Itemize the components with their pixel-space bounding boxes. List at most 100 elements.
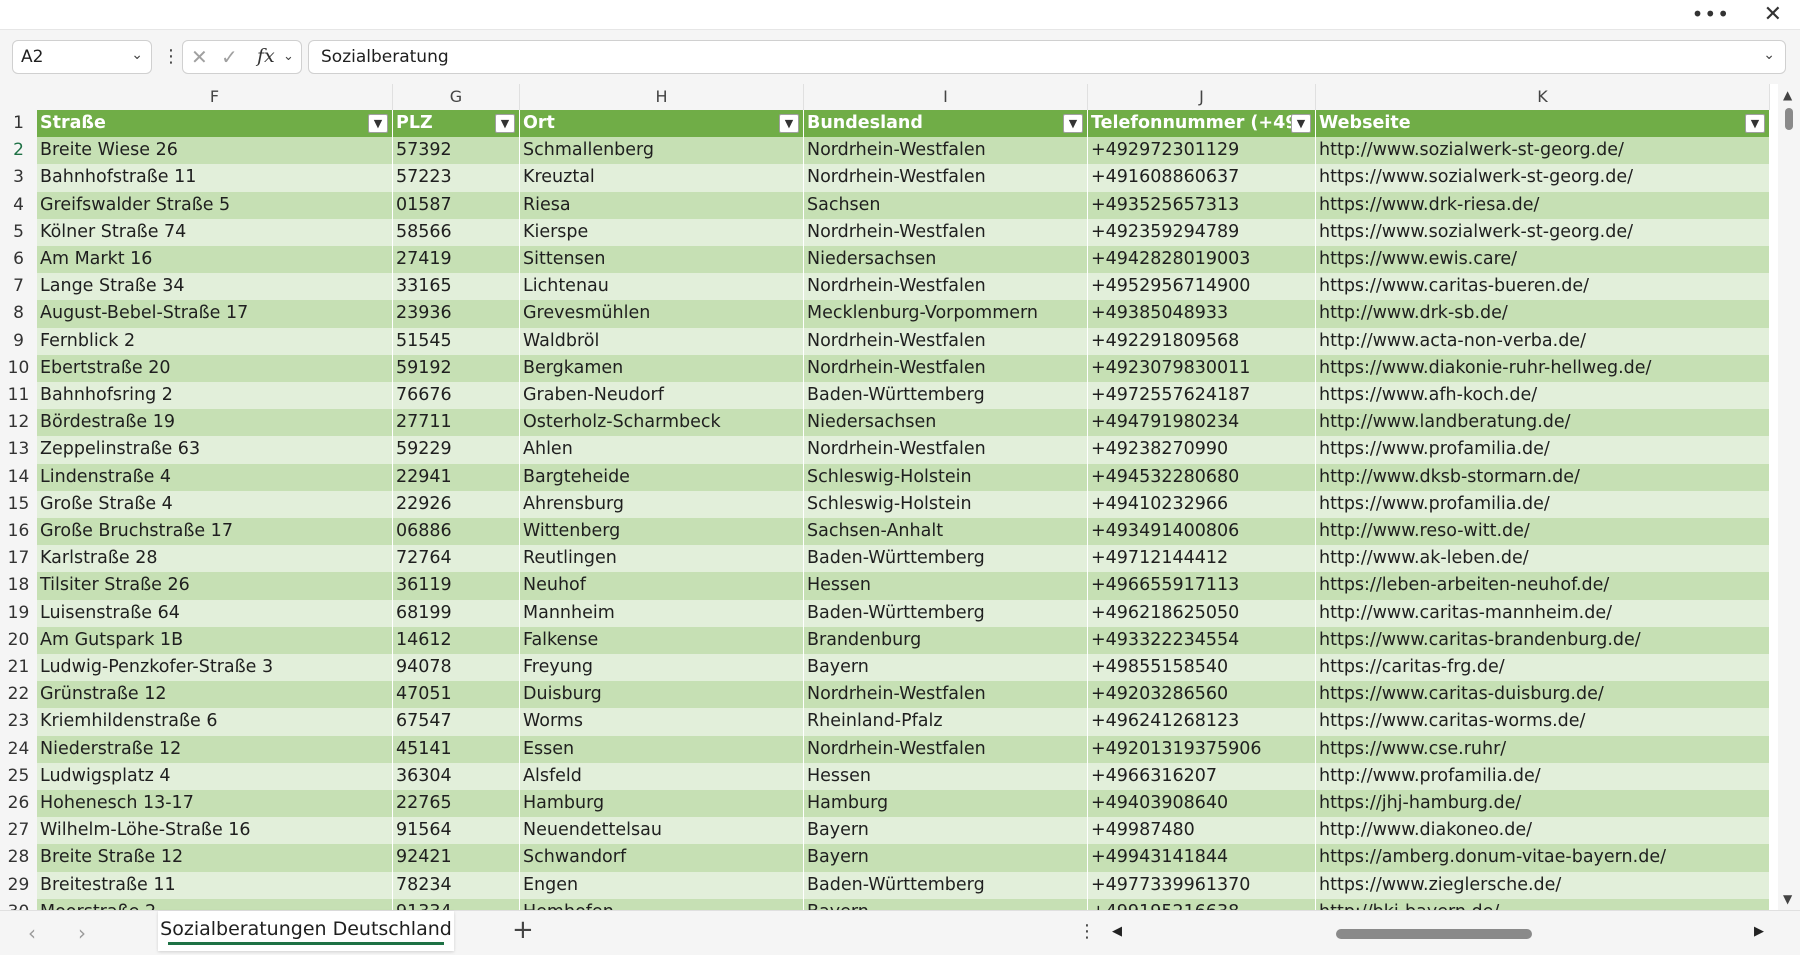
table-cell[interactable]: +49201319375906 <box>1088 735 1316 763</box>
vertical-dots-icon[interactable]: ⋮ <box>162 46 180 67</box>
close-icon[interactable]: ✕ <box>1764 2 1782 27</box>
table-cell[interactable]: Kierspe <box>520 218 804 246</box>
row-header[interactable]: 23 <box>0 708 37 736</box>
table-cell[interactable]: https://www.sozialwerk-st-georg.de/ <box>1316 218 1770 246</box>
table-cell[interactable]: +4923079830011 <box>1088 354 1316 382</box>
table-cell[interactable]: Fernblick 2 <box>37 327 393 355</box>
table-cell[interactable]: http://www.diakoneo.de/ <box>1316 817 1770 845</box>
table-cell[interactable]: Ebertstraße 20 <box>37 354 393 382</box>
table-cell[interactable]: http://bki-bayern.de/ <box>1316 898 1770 910</box>
table-cell[interactable]: Große Bruchstraße 17 <box>37 518 393 546</box>
table-cell[interactable]: Reutlingen <box>520 545 804 573</box>
table-cell[interactable]: https://jhj-hamburg.de/ <box>1316 790 1770 818</box>
row-header[interactable]: 13 <box>0 436 37 464</box>
table-cell[interactable]: Sittensen <box>520 246 804 274</box>
filter-dropdown-icon[interactable]: ▼ <box>495 114 515 133</box>
table-cell[interactable]: Bayern <box>804 844 1088 872</box>
table-cell[interactable]: 59192 <box>393 354 520 382</box>
table-cell[interactable]: Bayern <box>804 654 1088 682</box>
table-cell[interactable]: +493322234554 <box>1088 626 1316 654</box>
table-cell[interactable]: Kriemhildenstraße 6 <box>37 708 393 736</box>
table-cell[interactable]: Breitestraße 11 <box>37 871 393 899</box>
table-cell[interactable]: Am Gutspark 1B <box>37 626 393 654</box>
table-cell[interactable]: 23936 <box>393 300 520 328</box>
table-cell[interactable]: Bergkamen <box>520 354 804 382</box>
table-cell[interactable]: Bayern <box>804 817 1088 845</box>
row-header[interactable]: 6 <box>0 246 37 274</box>
row-header[interactable]: 24 <box>0 735 37 763</box>
table-cell[interactable]: Schleswig-Holstein <box>804 490 1088 518</box>
table-cell[interactable]: 57392 <box>393 137 520 165</box>
insert-function-icon[interactable]: fx <box>257 45 275 67</box>
row-header[interactable]: 28 <box>0 844 37 872</box>
table-cell[interactable]: +4942828019003 <box>1088 246 1316 274</box>
table-cell[interactable]: Ahlen <box>520 436 804 464</box>
table-cell[interactable]: https://amberg.donum-vitae-bayern.de/ <box>1316 844 1770 872</box>
table-cell[interactable]: Nordrhein-Westfalen <box>804 273 1088 301</box>
chevron-down-icon[interactable]: ⌄ <box>131 47 143 63</box>
filter-dropdown-icon[interactable]: ▼ <box>779 114 799 133</box>
table-cell[interactable]: 22926 <box>393 490 520 518</box>
table-cell[interactable]: Bahnhofstraße 11 <box>37 164 393 192</box>
sheet-tab-active[interactable]: Sozialberatungen Deutschland <box>158 911 454 951</box>
row-header[interactable]: 26 <box>0 790 37 818</box>
vertical-scroll-thumb[interactable] <box>1785 108 1793 130</box>
table-cell[interactable]: Wilhelm-Löhe-Straße 16 <box>37 817 393 845</box>
row-header[interactable]: 4 <box>0 191 37 219</box>
add-sheet-button[interactable]: + <box>512 915 534 945</box>
table-cell[interactable]: +49403908640 <box>1088 790 1316 818</box>
filter-dropdown-icon[interactable]: ▼ <box>1745 114 1765 133</box>
more-options-icon[interactable]: ••• <box>1692 2 1730 26</box>
row-header[interactable]: 12 <box>0 409 37 437</box>
row-header[interactable]: 20 <box>0 626 37 654</box>
table-cell[interactable]: Bargteheide <box>520 463 804 491</box>
table-cell[interactable]: +492291809568 <box>1088 327 1316 355</box>
row-header[interactable]: 16 <box>0 518 37 546</box>
table-cell[interactable]: Baden-Württemberg <box>804 545 1088 573</box>
table-cell[interactable]: +492359294789 <box>1088 218 1316 246</box>
table-cell[interactable]: +493491400806 <box>1088 518 1316 546</box>
vertical-dots-icon[interactable]: ⋮ <box>1078 921 1096 942</box>
table-cell[interactable]: +49987480 <box>1088 817 1316 845</box>
table-cell[interactable]: https://www.diakonie-ruhr-hellweg.de/ <box>1316 354 1770 382</box>
table-cell[interactable]: http://www.drk-sb.de/ <box>1316 300 1770 328</box>
vertical-scrollbar[interactable]: ▲ ▼ <box>1778 84 1800 910</box>
table-cell[interactable]: Luisenstraße 64 <box>37 599 393 627</box>
table-cell[interactable]: +49855158540 <box>1088 654 1316 682</box>
table-cell[interactable]: Baden-Württemberg <box>804 871 1088 899</box>
table-cell[interactable]: http://www.ak-leben.de/ <box>1316 545 1770 573</box>
row-header[interactable]: 15 <box>0 490 37 518</box>
table-cell[interactable]: Mannheim <box>520 599 804 627</box>
row-header[interactable]: 9 <box>0 327 37 355</box>
table-cell[interactable]: +496218625050 <box>1088 599 1316 627</box>
table-cell[interactable]: Nordrhein-Westfalen <box>804 137 1088 165</box>
table-cell[interactable]: Ludwig-Penzkofer-Straße 3 <box>37 654 393 682</box>
table-cell[interactable]: 22941 <box>393 463 520 491</box>
table-cell[interactable]: Ludwigsplatz 4 <box>37 762 393 790</box>
table-cell[interactable]: Nordrhein-Westfalen <box>804 218 1088 246</box>
table-cell[interactable]: Riesa <box>520 191 804 219</box>
table-cell[interactable]: 27419 <box>393 246 520 274</box>
column-header-h[interactable]: H <box>520 84 804 110</box>
table-cell[interactable]: Hamburg <box>520 790 804 818</box>
column-header-i[interactable]: I <box>804 84 1088 110</box>
table-cell[interactable]: 91334 <box>393 898 520 910</box>
table-cell[interactable]: Schwandorf <box>520 844 804 872</box>
table-cell[interactable]: Lichtenau <box>520 273 804 301</box>
table-cell[interactable]: Mecklenburg-Vorpommern <box>804 300 1088 328</box>
table-cell[interactable]: Osterholz-Scharmbeck <box>520 409 804 437</box>
row-header[interactable]: 29 <box>0 871 37 899</box>
table-cell[interactable]: Worms <box>520 708 804 736</box>
row-header[interactable]: 30 <box>0 898 37 910</box>
table-cell[interactable]: Moorstraße 2 <box>37 898 393 910</box>
table-cell[interactable]: https://www.profamilia.de/ <box>1316 436 1770 464</box>
table-cell[interactable]: Neuendettelsau <box>520 817 804 845</box>
table-cell[interactable]: Nordrhein-Westfalen <box>804 681 1088 709</box>
select-all-corner[interactable] <box>0 84 37 110</box>
table-cell[interactable]: 67547 <box>393 708 520 736</box>
column-header-j[interactable]: J <box>1088 84 1316 110</box>
table-cell[interactable]: Karlstraße 28 <box>37 545 393 573</box>
table-cell[interactable]: Große Straße 4 <box>37 490 393 518</box>
table-cell[interactable]: Kölner Straße 74 <box>37 218 393 246</box>
table-cell[interactable]: August-Bebel-Straße 17 <box>37 300 393 328</box>
